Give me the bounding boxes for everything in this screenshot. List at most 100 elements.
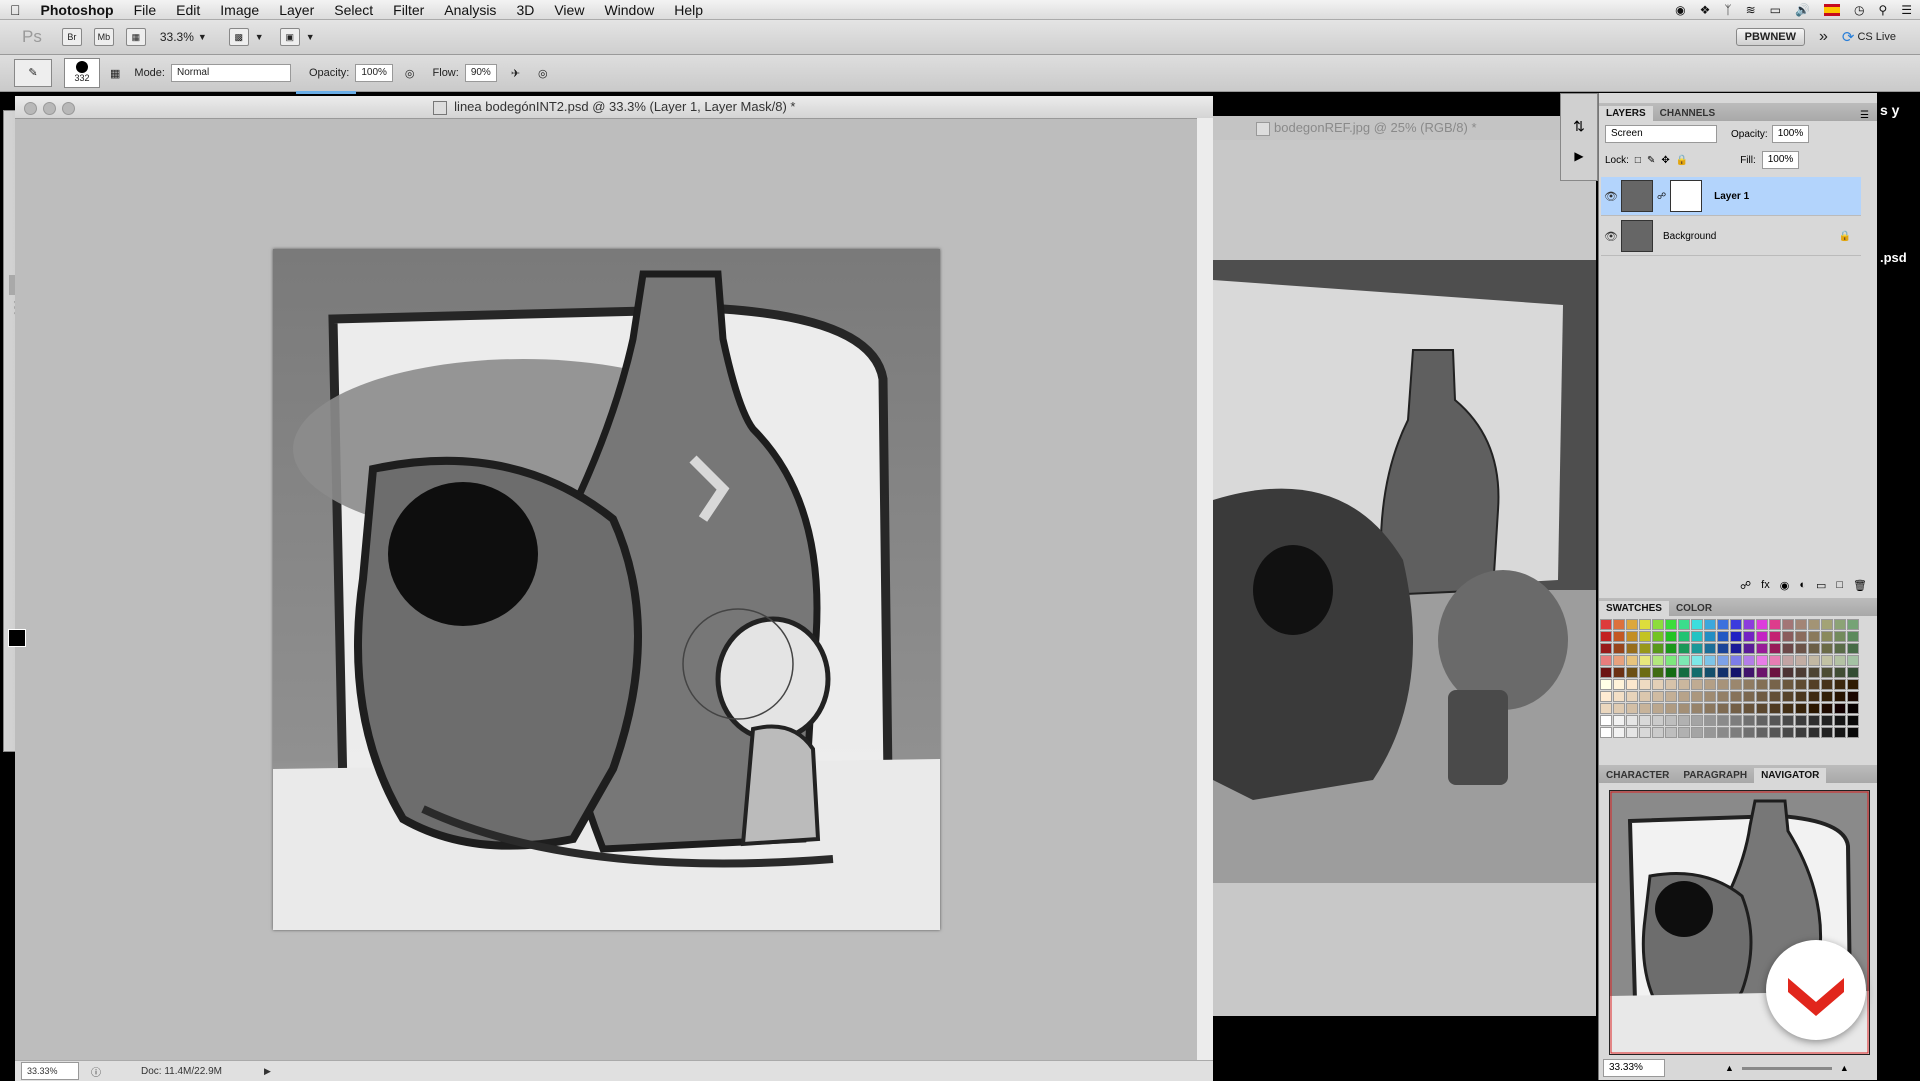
swatch-cell[interactable] [1743,655,1755,666]
swatch-cell[interactable] [1821,691,1833,702]
swatch-cell[interactable] [1743,619,1755,630]
info-icon[interactable]: ⓘ [91,1064,101,1079]
lock-position-icon[interactable]: ✥ [1661,155,1669,166]
swatch-cell[interactable] [1652,631,1664,642]
swatch-cell[interactable] [1652,691,1664,702]
swatch-cell[interactable] [1743,679,1755,690]
swatch-cell[interactable] [1704,691,1716,702]
swatch-cell[interactable] [1821,643,1833,654]
swatch-cell[interactable] [1691,643,1703,654]
swatch-cell[interactable] [1652,703,1664,714]
swatch-cell[interactable] [1730,619,1742,630]
swatch-cell[interactable] [1626,703,1638,714]
swatch-cell[interactable] [1652,655,1664,666]
swatch-cell[interactable] [1639,703,1651,714]
swatch-cell[interactable] [1834,643,1846,654]
layer-row-layer1[interactable]: 👁 ☍ Layer 1 [1601,177,1861,216]
menu-help[interactable]: Help [664,2,713,18]
swatch-cell[interactable] [1834,619,1846,630]
mini-bridge-button[interactable]: Mb [93,28,114,46]
painting-canvas[interactable] [273,249,940,930]
swatch-cell[interactable] [1626,631,1638,642]
tab-navigator[interactable]: NAVIGATOR [1754,768,1827,783]
swatch-cell[interactable] [1717,691,1729,702]
cs-live-icon[interactable]: ⟳ [1842,28,1855,46]
swatch-cell[interactable] [1730,679,1742,690]
swatch-cell[interactable] [1769,703,1781,714]
swatch-cell[interactable] [1600,679,1612,690]
swatch-cell[interactable] [1730,631,1742,642]
zoom-status-field[interactable]: 33.33% [21,1062,79,1080]
swatch-cell[interactable] [1808,727,1820,738]
swatch-cell[interactable] [1834,679,1846,690]
swatch-cell[interactable] [1847,667,1859,678]
bridge-button[interactable]: Br [61,28,82,46]
swatch-cell[interactable] [1613,619,1625,630]
swatch-cell[interactable] [1665,643,1677,654]
swatch-cell[interactable] [1600,703,1612,714]
lock-icon[interactable]: 🔒 [1676,155,1688,166]
swatch-cell[interactable] [1769,667,1781,678]
swatch-cell[interactable] [1769,715,1781,726]
menu-view[interactable]: View [544,2,594,18]
workspace-button[interactable]: PBWNEW [1735,28,1805,46]
mode-select[interactable]: Normal [170,64,291,82]
swatch-cell[interactable] [1691,667,1703,678]
swatch-cell[interactable] [1808,667,1820,678]
swatch-cell[interactable] [1717,727,1729,738]
swatch-cell[interactable] [1782,667,1794,678]
swatch-cell[interactable] [1756,655,1768,666]
swatch-cell[interactable] [1613,631,1625,642]
swatch-cell[interactable] [1626,715,1638,726]
swatch-cell[interactable] [1756,679,1768,690]
swatch-cell[interactable] [1756,643,1768,654]
swatch-cell[interactable] [1665,619,1677,630]
swatch-cell[interactable] [1639,691,1651,702]
swatch-cell[interactable] [1834,691,1846,702]
swatch-cell[interactable] [1743,667,1755,678]
swatch-cell[interactable] [1678,631,1690,642]
swatch-cell[interactable] [1678,715,1690,726]
swatch-cell[interactable] [1847,727,1859,738]
swatch-cell[interactable] [1691,691,1703,702]
swatch-cell[interactable] [1626,667,1638,678]
tab-channels[interactable]: CHANNELS [1653,106,1723,121]
swatch-cell[interactable] [1639,643,1651,654]
swatch-cell[interactable] [1808,655,1820,666]
swatch-cell[interactable] [1704,655,1716,666]
swatch-cell[interactable] [1730,655,1742,666]
swatch-cell[interactable] [1834,703,1846,714]
swatch-cell[interactable] [1769,655,1781,666]
swatch-cell[interactable] [1730,703,1742,714]
swatch-cell[interactable] [1730,727,1742,738]
pressure-size-icon[interactable]: ◎ [538,67,548,80]
navigator-zoom-field[interactable]: 33.33% [1603,1059,1665,1077]
swatch-cell[interactable] [1639,715,1651,726]
trash-icon[interactable]: 🗑 [1853,579,1867,592]
swatch-cell[interactable] [1613,655,1625,666]
foreground-color[interactable] [8,629,26,647]
swatch-cell[interactable] [1756,703,1768,714]
swatch-cell[interactable] [1782,715,1794,726]
swatch-cell[interactable] [1600,691,1612,702]
swatch-cell[interactable] [1834,631,1846,642]
swatch-cell[interactable] [1756,631,1768,642]
swatch-cell[interactable] [1639,727,1651,738]
cs-live-button[interactable]: CS Live [1857,31,1896,43]
chevron-down-icon[interactable]: ▼ [306,32,315,42]
fx-icon[interactable]: fx [1761,579,1770,592]
swatch-cell[interactable] [1847,655,1859,666]
swatch-cell[interactable] [1782,703,1794,714]
swatch-cell[interactable] [1626,727,1638,738]
airbrush-icon[interactable]: ✈ [511,67,520,80]
swatch-cell[interactable] [1639,655,1651,666]
swatch-cell[interactable] [1639,631,1651,642]
brush-picker[interactable]: 332 [64,58,100,88]
swatch-cell[interactable] [1665,691,1677,702]
swatch-cell[interactable] [1756,715,1768,726]
swatch-cell[interactable] [1847,679,1859,690]
swatch-cell[interactable] [1691,703,1703,714]
chevron-down-icon[interactable]: ▼ [198,32,207,42]
swatch-cell[interactable] [1795,703,1807,714]
swatch-cell[interactable] [1795,727,1807,738]
